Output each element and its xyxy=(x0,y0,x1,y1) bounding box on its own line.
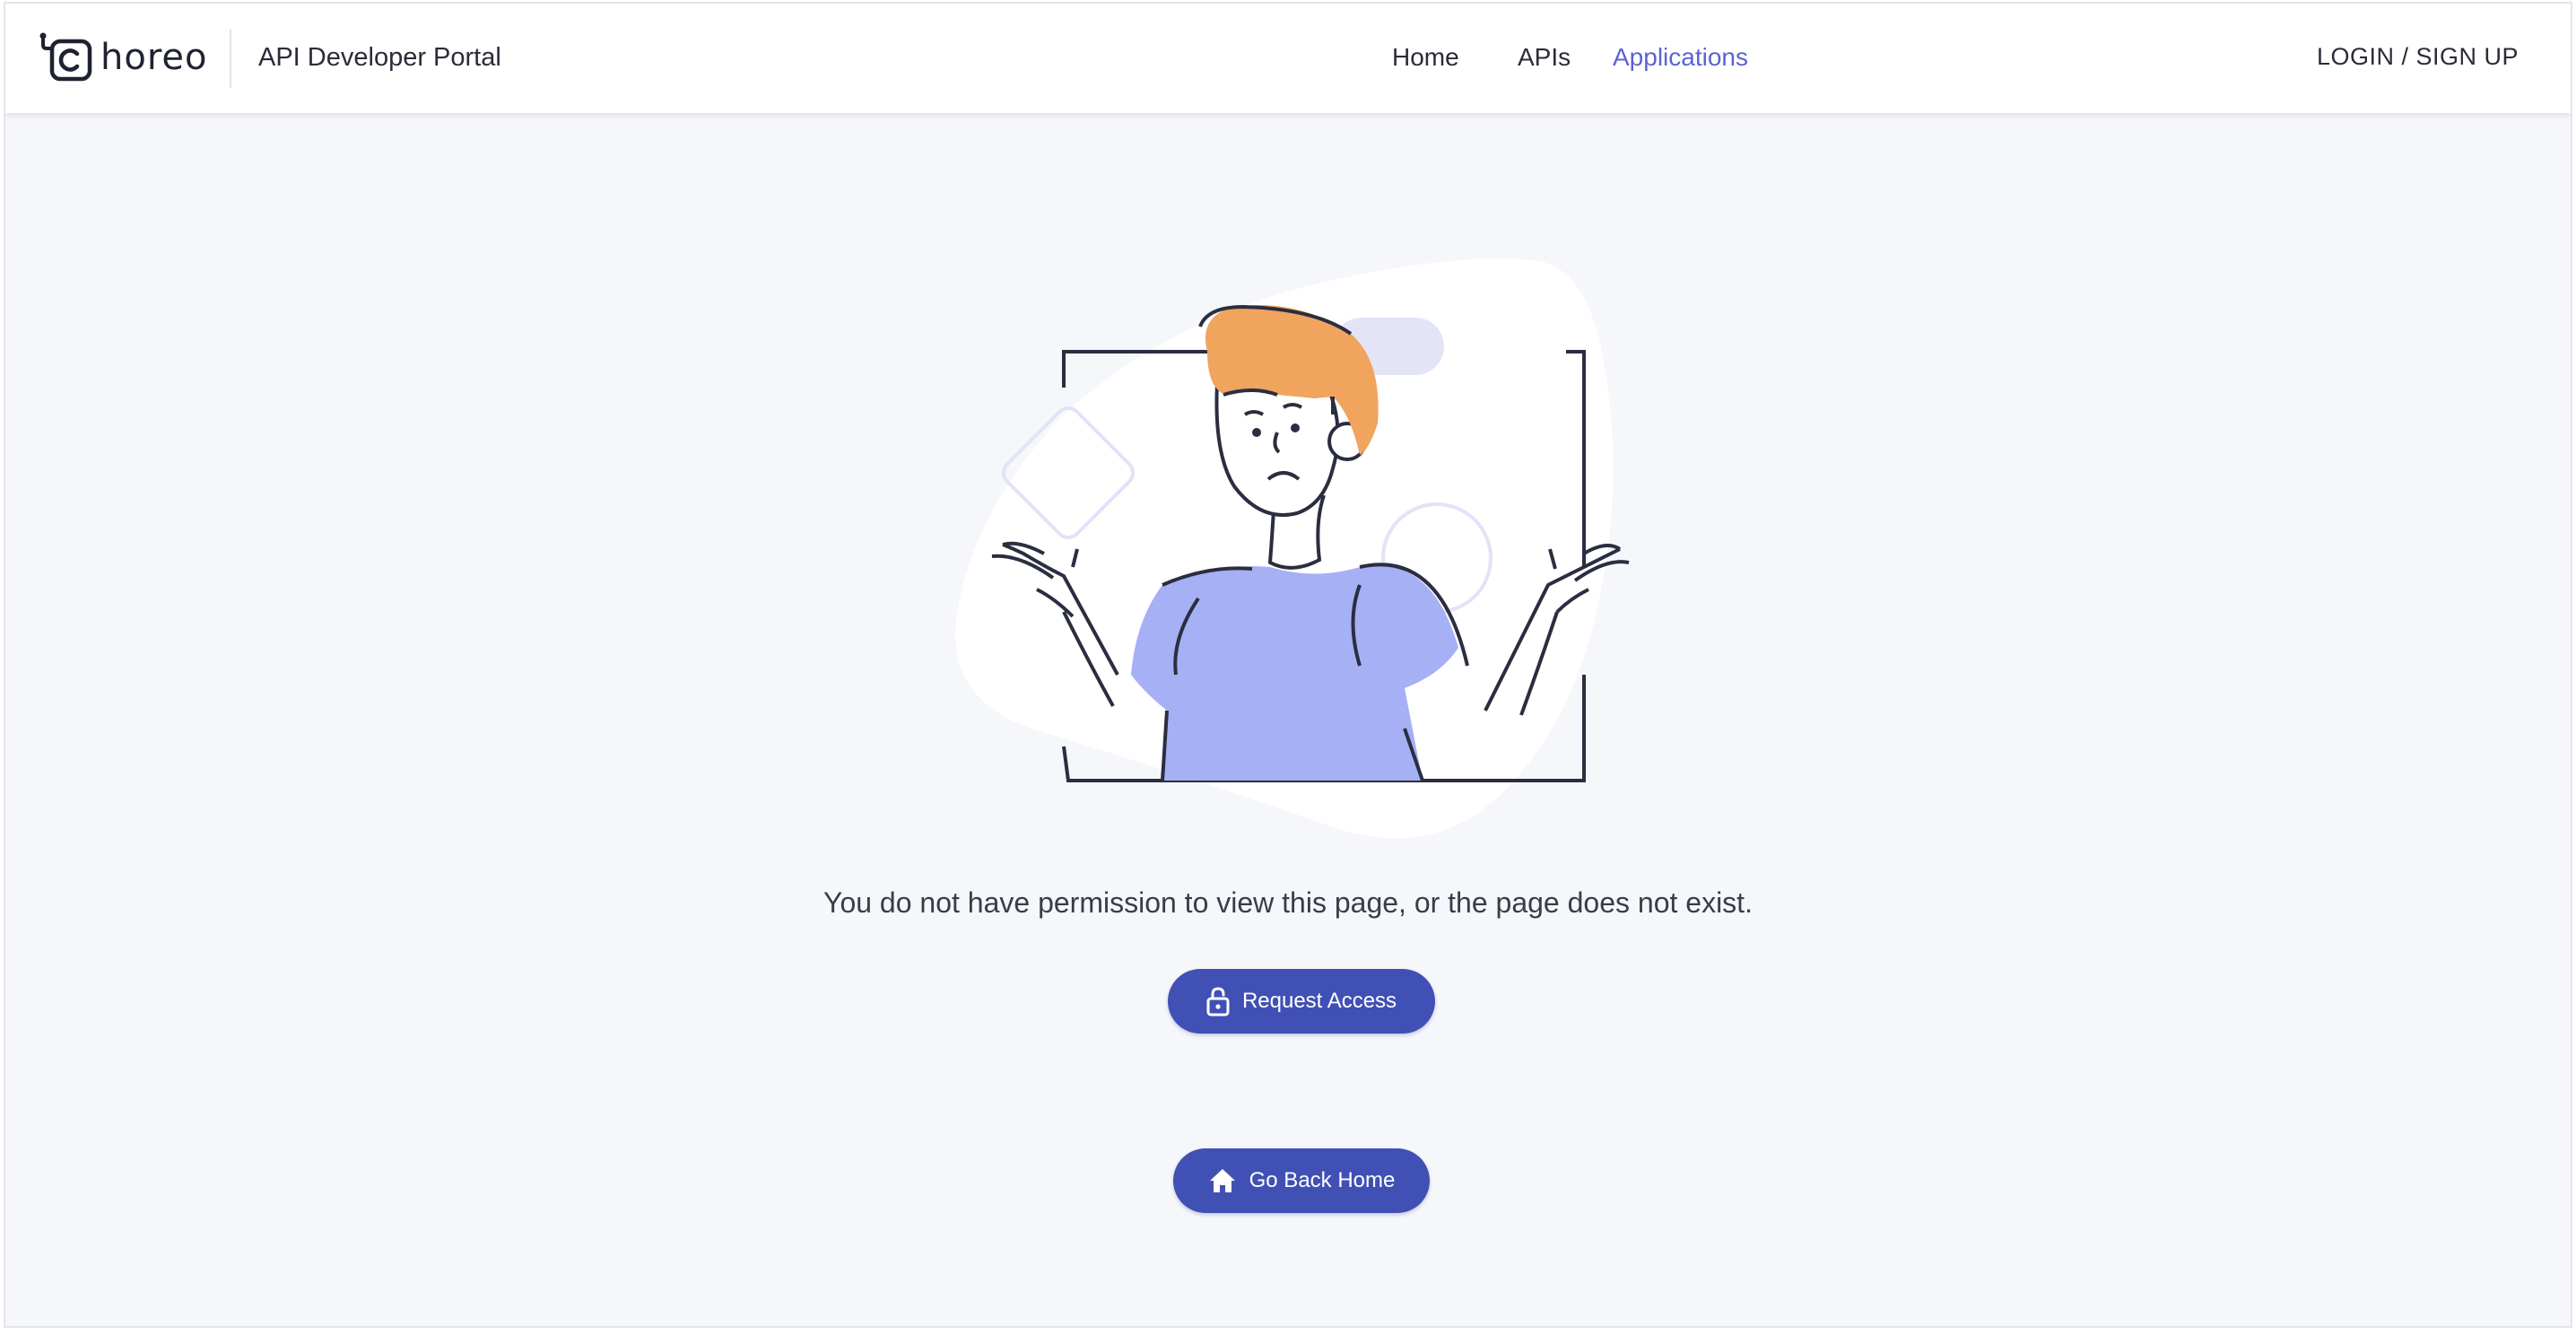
go-back-home-button[interactable]: Go Back Home xyxy=(1173,1148,1430,1213)
nav-home[interactable]: Home xyxy=(1392,43,1459,72)
logo-text: horeo xyxy=(100,37,208,78)
brand-logo[interactable]: horeo xyxy=(36,32,207,83)
confused-person-illustration xyxy=(955,258,1630,839)
login-signup-link[interactable]: LOGIN / SIGN UP xyxy=(2317,43,2519,71)
request-access-button[interactable]: Request Access xyxy=(1168,969,1435,1034)
header-divider xyxy=(230,29,231,88)
lock-open-icon xyxy=(1206,987,1230,1017)
choreo-logo-icon xyxy=(39,32,92,82)
permission-message: You do not have permission to view this … xyxy=(823,886,1753,919)
request-access-label: Request Access xyxy=(1241,989,1397,1013)
top-header: horeo API Developer Portal Home APIs App… xyxy=(5,4,2571,114)
nav-apis[interactable]: APIs xyxy=(1518,43,1571,72)
app-frame: horeo API Developer Portal Home APIs App… xyxy=(4,2,2572,1328)
nav-applications[interactable]: Applications xyxy=(1613,43,1748,72)
portal-title: API Developer Portal xyxy=(258,43,501,72)
go-back-home-label: Go Back Home xyxy=(1249,1168,1396,1192)
home-icon xyxy=(1209,1169,1235,1192)
